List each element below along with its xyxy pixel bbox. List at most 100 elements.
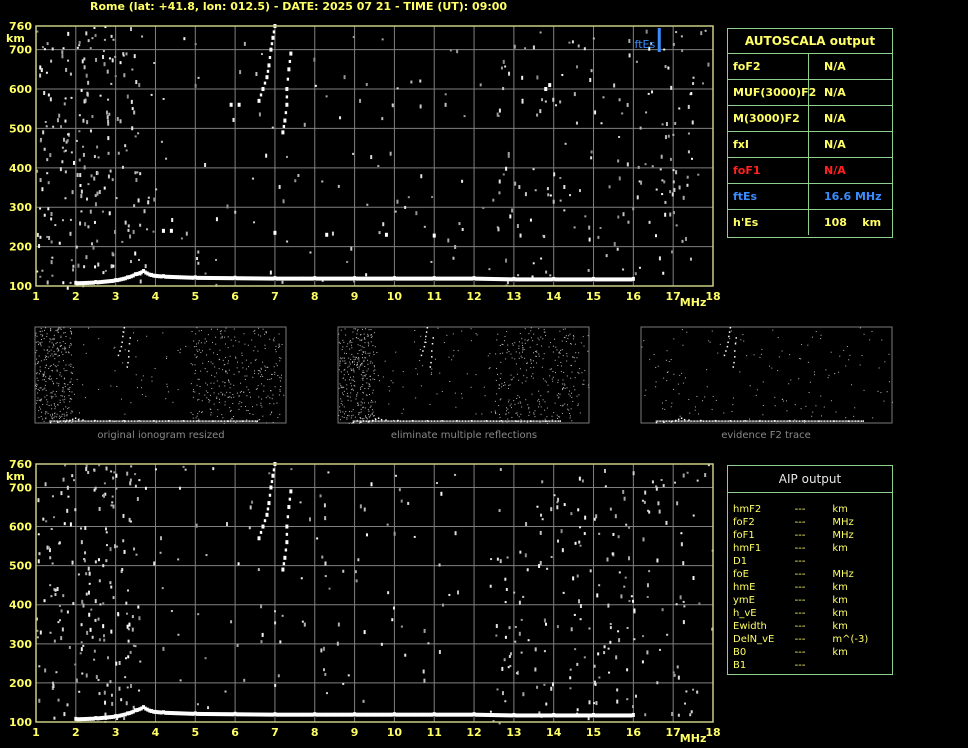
thumb-noise [69,337,71,339]
thumb-noise [420,385,422,387]
noise-point [692,76,695,79]
thumb-noise [571,392,573,394]
thumb-trace [77,420,79,422]
thumb-noise [532,360,534,362]
thumb-noise [349,342,351,344]
thumb-trace [669,420,671,422]
noise-point [648,570,651,573]
noise-point [143,209,146,214]
trace-point [286,515,290,519]
noise-point [498,191,501,195]
thumb-noise [56,370,58,372]
thumb-noise [210,414,212,416]
x-tick-label: 7 [271,726,279,739]
thumb-noise [36,335,38,337]
autoscala-row: MUF(3000)F2 N/A [728,80,892,106]
thumb-trace [76,420,78,422]
thumb-noise [564,387,566,389]
thumb-trace [728,331,731,333]
thumb-trace [757,420,759,422]
thumb-noise [573,338,575,340]
thumb-trace [549,420,551,422]
thumb-trace [63,420,65,422]
noise-point [230,620,233,624]
thumb-noise [490,411,492,413]
thumb-noise [348,357,350,359]
thumb-noise [511,357,513,359]
thumb-noise [270,390,272,392]
thumb-noise [222,393,224,395]
aip-label: hmE [733,582,756,593]
thumb-trace [488,420,490,422]
thumb-noise [136,387,138,389]
thumb-noise [238,341,240,343]
noise-point [78,44,81,47]
noise-point [60,609,63,613]
noise-point [54,224,57,227]
noise-point [342,682,345,685]
thumb-noise [367,352,369,354]
noise-point [308,517,311,522]
thumb-noise [514,403,516,405]
noise-point [496,112,499,117]
thumb-noise [273,403,275,405]
noise-point [43,48,46,51]
aip-label: B0 [733,647,747,658]
thumb-trace [524,420,526,422]
thumb-noise [206,397,208,399]
thumb-noise [350,344,352,346]
thumb-noise [353,364,355,366]
thumb-trace [484,420,486,422]
noise-point [109,581,112,585]
thumb-noise [519,352,521,354]
thumb-noise [362,392,364,394]
thumb-noise [62,408,64,410]
noise-point [599,226,602,229]
thumb-noise [673,388,675,390]
thumb-noise [340,419,342,421]
thumb-noise [581,372,583,374]
thumb-noise [215,336,217,338]
trace-point [285,95,289,99]
thumb-noise [69,398,71,400]
thumb-noise [37,341,39,343]
noise-point [197,76,200,79]
thumb-trace [150,420,152,422]
thumb-noise [582,383,584,385]
noise-point [704,29,707,32]
thumb-noise [401,412,403,414]
thumb-noise [54,415,56,417]
thumb-noise [500,361,502,363]
noise-point [638,266,641,269]
thumb-trace [694,420,696,422]
thumb-noise [571,371,573,373]
thumb-noise [238,395,240,397]
thumb-noise [53,334,55,336]
aip-row: h_vE --- km [728,607,892,620]
thumb-noise [342,360,344,362]
thumb-noise [226,391,228,393]
thumb-noise [228,369,230,371]
trace-point [631,712,635,717]
thumb-noise [388,403,390,405]
thumb-noise [273,337,275,339]
thumb-noise [562,404,564,406]
thumb-noise [36,372,38,374]
thumb-noise [457,350,459,352]
thumb-trace [128,350,130,352]
trace-point [284,111,288,115]
thumb-noise [44,384,46,386]
thumb-noise [363,337,365,339]
thumb-noise [497,333,499,335]
thumb-trace [832,420,834,422]
thumb-noise [579,412,581,414]
thumb-trace [223,420,225,422]
thumb-noise [166,383,168,385]
noise-point [593,664,596,668]
thumb-noise [823,406,825,408]
thumb-noise [558,351,560,353]
thumb-noise [55,366,57,368]
thumb-noise [678,393,680,395]
noise-point [66,703,69,707]
thumb-noise [67,384,69,386]
